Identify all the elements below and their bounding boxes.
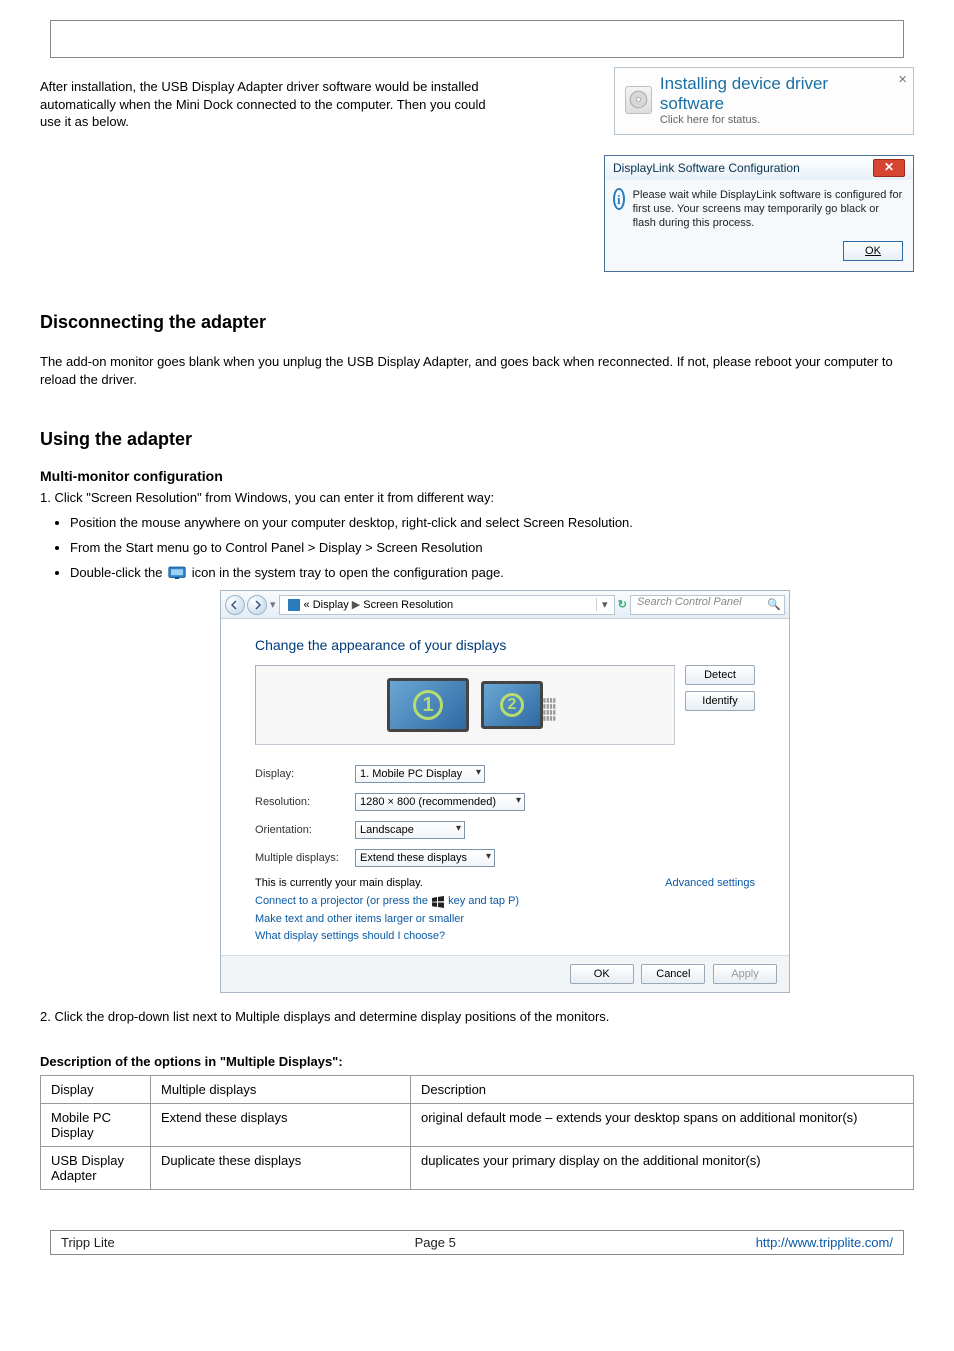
connect-projector-link[interactable]: Connect to a projector (or press the key…: [255, 895, 755, 907]
footer-page: Page 5: [415, 1235, 456, 1250]
monitor-2[interactable]: 2 ▮▮▮▮▮▮▮▮▮▮▮▮▮▮▮▮: [481, 681, 543, 729]
using-heading: Using the adapter: [40, 429, 914, 450]
chevron-down-icon[interactable]: ▾: [596, 598, 610, 611]
disconnecting-text: The add-on monitor goes blank when you u…: [40, 353, 914, 389]
install-notification: Installing device driver software Click …: [614, 67, 914, 135]
close-button[interactable]: ✕: [873, 159, 905, 177]
driver-disc-icon: [625, 86, 652, 114]
step-1-text: 1. Click "Screen Resolution" from Window…: [40, 490, 914, 505]
main-display-text: This is currently your main display.: [255, 877, 423, 889]
breadcrumb-prefix: «: [304, 599, 310, 611]
ok-button[interactable]: OK: [843, 241, 903, 261]
nav-back-button[interactable]: [225, 595, 245, 615]
display-icon: [288, 599, 300, 611]
nav-forward-button[interactable]: [247, 595, 267, 615]
bullet-item: Double-click the icon in the system tray…: [70, 565, 914, 581]
windows-key-icon: [431, 896, 445, 908]
displaylink-tray-icon: [168, 566, 186, 580]
text-size-link[interactable]: Make text and other items larger or smal…: [255, 913, 755, 925]
options-table: Display Multiple displays Description Mo…: [40, 1075, 914, 1190]
footer-copyright: Tripp Lite: [61, 1235, 115, 1250]
monitor-1[interactable]: 1: [387, 678, 469, 732]
bullet-item: From the Start menu go to Control Panel …: [70, 540, 914, 555]
screen-resolution-window: ▾ « Display ▶ Screen Resolution ▾ ↻ Sear…: [220, 590, 790, 992]
bullet-item: Position the mouse anywhere on your comp…: [70, 515, 914, 530]
cancel-button[interactable]: Cancel: [641, 964, 705, 984]
dialog-message: Please wait while DisplayLink software i…: [633, 188, 905, 231]
identify-button[interactable]: Identify: [685, 691, 755, 711]
page-title: Change the appearance of your displays: [255, 637, 755, 653]
table-row: USB Display Adapter Duplicate these disp…: [41, 1146, 914, 1189]
search-input[interactable]: Search Control Panel 🔍: [630, 595, 785, 615]
label-multiple-displays: Multiple displays:: [255, 852, 355, 864]
label-orientation: Orientation:: [255, 824, 355, 836]
label-display: Display:: [255, 768, 355, 780]
display-select[interactable]: 1. Mobile PC Display: [355, 765, 485, 783]
table-row: Display Multiple displays Description: [41, 1075, 914, 1103]
notification-title: Installing device driver software: [660, 74, 887, 114]
page-footer: Tripp Lite Page 5 http://www.tripplite.c…: [50, 1230, 904, 1255]
display-arrangement[interactable]: 1 2 ▮▮▮▮▮▮▮▮▮▮▮▮▮▮▮▮: [255, 665, 675, 745]
disconnecting-heading: Disconnecting the adapter: [40, 312, 914, 333]
chevron-right-icon: ▶: [352, 598, 360, 611]
multi-monitor-heading: Multi-monitor configuration: [40, 468, 914, 484]
multiple-displays-select[interactable]: Extend these displays: [355, 849, 495, 867]
ok-button[interactable]: OK: [570, 964, 634, 984]
footer-url[interactable]: http://www.tripplite.com/: [756, 1235, 893, 1250]
orientation-select[interactable]: Landscape: [355, 821, 465, 839]
search-icon: 🔍: [767, 598, 781, 611]
apply-button[interactable]: Apply: [713, 964, 777, 984]
close-icon[interactable]: ×: [898, 71, 907, 88]
advanced-settings-link[interactable]: Advanced settings: [665, 877, 755, 889]
displaylink-config-dialog: DisplayLink Software Configuration ✕ i P…: [604, 155, 914, 272]
info-icon: i: [613, 188, 625, 210]
step-2-text: 2. Click the drop-down list next to Mult…: [40, 1009, 914, 1024]
dialog-title: DisplayLink Software Configuration: [613, 161, 800, 175]
breadcrumb-display[interactable]: Display: [313, 599, 349, 611]
table-row: Mobile PC Display Extend these displays …: [41, 1103, 914, 1146]
resolution-select[interactable]: 1280 × 800 (recommended): [355, 793, 525, 811]
address-bar[interactable]: « Display ▶ Screen Resolution ▾: [279, 595, 615, 615]
table-caption: Description of the options in "Multiple …: [40, 1054, 914, 1069]
help-link[interactable]: What display settings should I choose?: [255, 930, 755, 942]
label-resolution: Resolution:: [255, 796, 355, 808]
detect-button[interactable]: Detect: [685, 665, 755, 685]
breadcrumb-screen-resolution[interactable]: Screen Resolution: [363, 599, 453, 611]
notification-subtitle[interactable]: Click here for status.: [660, 114, 887, 126]
refresh-icon[interactable]: ↻: [618, 598, 627, 611]
